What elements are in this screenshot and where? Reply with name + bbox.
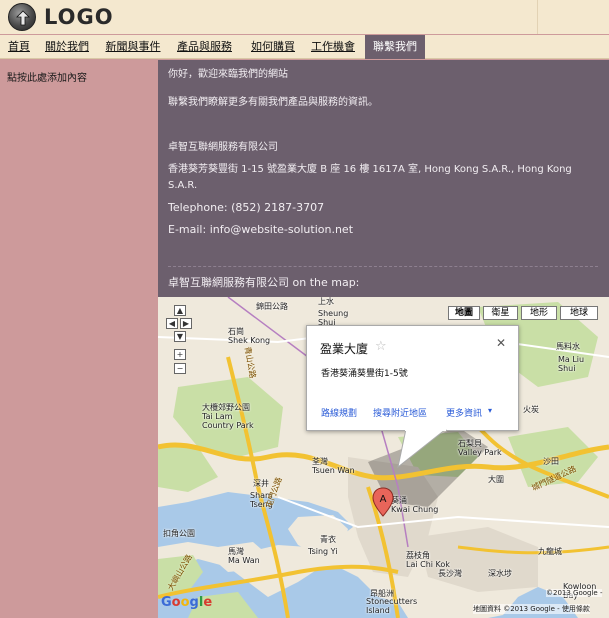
sidebar-add-content[interactable]: 點按此處添加內容: [7, 69, 87, 84]
map-type-earth[interactable]: 地球: [560, 306, 598, 320]
map-label: 大欖郊野公園 Tai Lam Country Park: [202, 403, 254, 430]
nav-item-contact[interactable]: 聯繫我們: [365, 35, 425, 59]
info-title: 盈業大廈: [320, 342, 369, 356]
nav-item-products[interactable]: 產品與服務: [173, 35, 236, 59]
map-type-map[interactable]: 地圖: [448, 306, 480, 320]
chevron-down-icon[interactable]: ▾: [488, 406, 492, 415]
map-pin-icon[interactable]: A: [372, 487, 394, 517]
contact-content: 你好，歡迎來臨我們的網站 聯繫我們瞭解更多有關我們產品與服務的資訊。 卓智互聯網…: [158, 60, 609, 297]
intro-text: 聯繫我們瞭解更多有關我們產品與服務的資訊。: [168, 97, 378, 108]
nav-item-careers[interactable]: 工作機會: [307, 35, 359, 59]
google-logo[interactable]: Google: [161, 595, 212, 610]
map-label: 火炭: [523, 405, 539, 414]
map-label: 扣角公園: [163, 529, 195, 538]
map-type-terrain[interactable]: 地形: [521, 306, 557, 320]
star-icon[interactable]: ☆: [375, 339, 387, 354]
close-icon[interactable]: ✕: [496, 336, 506, 350]
map-label: 長沙灣: [438, 569, 462, 578]
marker-label: A: [380, 494, 387, 505]
map-label: 深井: [253, 479, 269, 488]
map-label: 深水埗: [488, 569, 512, 578]
map-label: 昂船洲: [370, 589, 394, 598]
map-label: Ma Liu Shui: [558, 355, 585, 373]
header: LOGO: [0, 0, 609, 34]
map-label: 沙田: [543, 457, 559, 466]
sidebar: 點按此處添加內容: [0, 60, 158, 618]
logo-text: LOGO: [44, 5, 114, 29]
map-label: 荔枝角 Lai Chi Kok: [406, 551, 450, 569]
header-divider: [537, 0, 538, 34]
map-label: 上水: [318, 297, 334, 306]
map-type-satellite[interactable]: 衛星: [483, 306, 518, 320]
logo-icon: [8, 3, 36, 31]
google-map[interactable]: ▲ ◀ ▶ ▼ + − 地圖 衛星 地形 地球 錦田公路 石崗 Shek Kon…: [158, 297, 609, 618]
nav-item-home[interactable]: 首頁: [4, 35, 34, 59]
directions-link[interactable]: 路線規劃: [321, 406, 357, 419]
map-copyright: ©2013 Google -: [546, 589, 603, 597]
pan-right-icon[interactable]: ▶: [180, 318, 192, 329]
telephone-text: Telephone: (852) 2187-3707: [168, 201, 325, 214]
map-label: 青衣: [320, 535, 336, 544]
map-label: 九龍城: [538, 547, 562, 556]
zoom-out-icon[interactable]: −: [174, 363, 186, 374]
map-label: 馬灣 Ma Wan: [228, 547, 260, 565]
map-label: 荃灣 Tsuen Wan: [312, 457, 355, 475]
map-label: 葵涌 Kwai Chung: [391, 496, 439, 514]
search-nearby-link[interactable]: 搜尋附近地區: [373, 406, 427, 419]
map-label: 馬料水: [556, 342, 580, 351]
nav-item-news[interactable]: 新聞與事件: [102, 35, 164, 59]
company-address: 香港葵芳葵豐街 1-15 號盈業大廈 B 座 16 樓 1617A 室, Hon…: [168, 164, 572, 191]
map-heading: 卓智互聯網服務有限公司 on the map:: [168, 276, 360, 289]
more-info-link[interactable]: 更多資訊: [446, 406, 482, 419]
info-address: 香港葵涌葵豐街1-5號: [321, 369, 408, 379]
main-nav: 首頁 關於我們 新聞與事件 產品與服務 如何購買 工作機會 聯繫我們: [0, 35, 609, 59]
content-divider: [168, 266, 598, 267]
zoom-in-icon[interactable]: +: [174, 349, 186, 360]
pan-left-icon[interactable]: ◀: [166, 318, 178, 329]
map-label: Tsing Yi: [308, 547, 338, 556]
pan-down-icon[interactable]: ▼: [174, 331, 186, 342]
map-info-window: 盈業大廈 ☆ ✕ 香港葵涌葵豐街1-5號 路線規劃 搜尋附近地區 更多資訊 ▾: [306, 325, 519, 431]
nav-item-how-to-buy[interactable]: 如何購買: [247, 35, 299, 59]
map-label: 石崗 Shek Kong: [228, 327, 271, 345]
greeting-text: 你好，歡迎來臨我們的網站: [168, 69, 288, 80]
company-name: 卓智互聯網服務有限公司: [168, 142, 278, 153]
info-window-tail: [397, 429, 447, 469]
map-label: 錦田公路: [256, 302, 288, 311]
map-label: Stonecutters Island: [366, 597, 418, 615]
nav-item-about[interactable]: 關於我們: [41, 35, 93, 59]
pan-up-icon[interactable]: ▲: [174, 305, 186, 316]
email-text: E-mail: info@website-solution.net: [168, 223, 354, 236]
map-label: 石梨貝 Valley Park: [458, 439, 502, 457]
map-label: 大圍: [488, 475, 504, 484]
map-terms[interactable]: 地圖資料 ©2013 Google - 使用條款: [473, 604, 590, 614]
